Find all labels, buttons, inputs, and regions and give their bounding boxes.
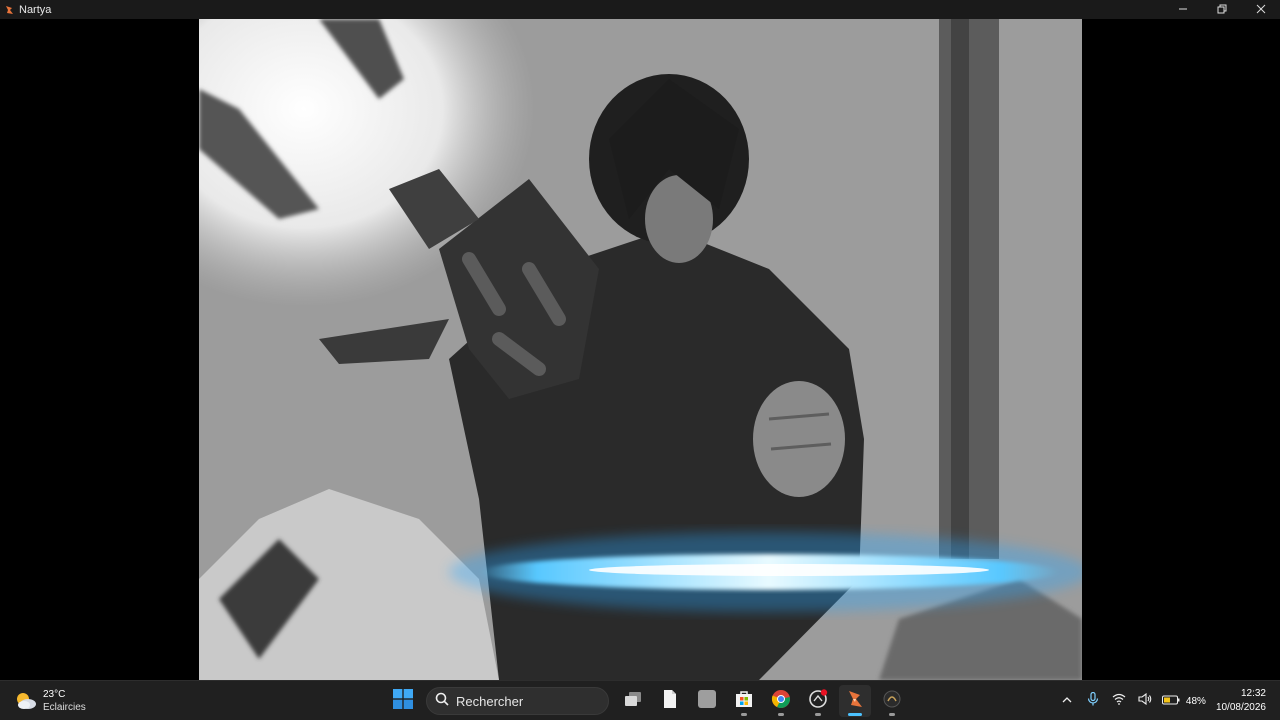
close-icon — [1256, 4, 1266, 16]
restore-icon — [1217, 4, 1227, 16]
battery-percent: 48% — [1185, 695, 1206, 707]
speaker-icon — [1138, 692, 1152, 710]
clock-time: 12:32 — [1240, 688, 1266, 699]
window-title: Nartya — [19, 3, 52, 16]
task-view-icon — [623, 689, 643, 714]
nartya-app-icon — [4, 5, 14, 15]
wifi-icon — [1112, 692, 1126, 710]
taskbar: 23°C Eclaircies Rechercher 48% 12:32 10/… — [0, 680, 1280, 720]
chrome-button[interactable] — [765, 685, 797, 717]
document-icon — [660, 689, 680, 714]
window-title-bar: Nartya — [0, 0, 1280, 19]
running-indicator — [777, 713, 784, 716]
microphone-button[interactable] — [1082, 689, 1104, 713]
clock[interactable]: 12:32 10/08/2026 — [1216, 687, 1266, 715]
task-view-button[interactable] — [617, 685, 649, 717]
dark-app-button[interactable] — [876, 685, 908, 717]
volume-button[interactable] — [1134, 689, 1156, 713]
anime-scene-illustration — [199, 19, 1082, 680]
weather-widget[interactable]: 23°C Eclaircies — [14, 686, 86, 716]
dark-app-icon — [882, 689, 902, 714]
weather-condition: Eclaircies — [43, 702, 86, 713]
weather-temperature: 23°C — [43, 689, 66, 700]
app-tile-icon — [697, 689, 717, 714]
taskbar-center: Rechercher — [384, 685, 910, 717]
window-controls — [1163, 0, 1280, 19]
file-button[interactable] — [654, 685, 686, 717]
store-button[interactable] — [728, 685, 760, 717]
app-tile-button[interactable] — [691, 685, 723, 717]
windows-start-icon — [392, 688, 413, 714]
wifi-button[interactable] — [1108, 689, 1130, 713]
search-icon — [435, 692, 449, 711]
system-tray: 48% 12:32 10/08/2026 — [1054, 685, 1266, 717]
circle-app-button[interactable] — [802, 685, 834, 717]
nartya-app-icon — [845, 689, 865, 714]
show-hidden-icons-button[interactable] — [1056, 689, 1078, 713]
search-placeholder: Rechercher — [456, 693, 524, 709]
nartya-taskbar-button[interactable] — [838, 685, 871, 717]
partly-sunny-icon — [14, 689, 38, 713]
circle-app-icon — [808, 688, 828, 714]
battery-icon — [1161, 692, 1180, 710]
close-button[interactable] — [1241, 0, 1280, 19]
minimize-icon — [1178, 4, 1188, 16]
microphone-icon — [1087, 691, 1099, 711]
running-indicator — [740, 713, 747, 716]
microsoft-store-icon — [734, 689, 754, 714]
chrome-icon — [771, 689, 791, 714]
minimize-button[interactable] — [1163, 0, 1202, 19]
start-button[interactable] — [387, 685, 419, 717]
chevron-up-icon — [1062, 692, 1072, 710]
taskbar-search-box[interactable]: Rechercher — [426, 687, 609, 715]
video-viewport[interactable] — [0, 19, 1280, 680]
video-frame[interactable] — [199, 19, 1082, 680]
restore-button[interactable] — [1202, 0, 1241, 19]
clock-date: 10/08/2026 — [1215, 702, 1266, 713]
running-indicator — [888, 713, 895, 716]
battery-button[interactable] — [1160, 689, 1182, 713]
active-indicator — [847, 713, 862, 716]
running-indicator — [814, 713, 821, 716]
